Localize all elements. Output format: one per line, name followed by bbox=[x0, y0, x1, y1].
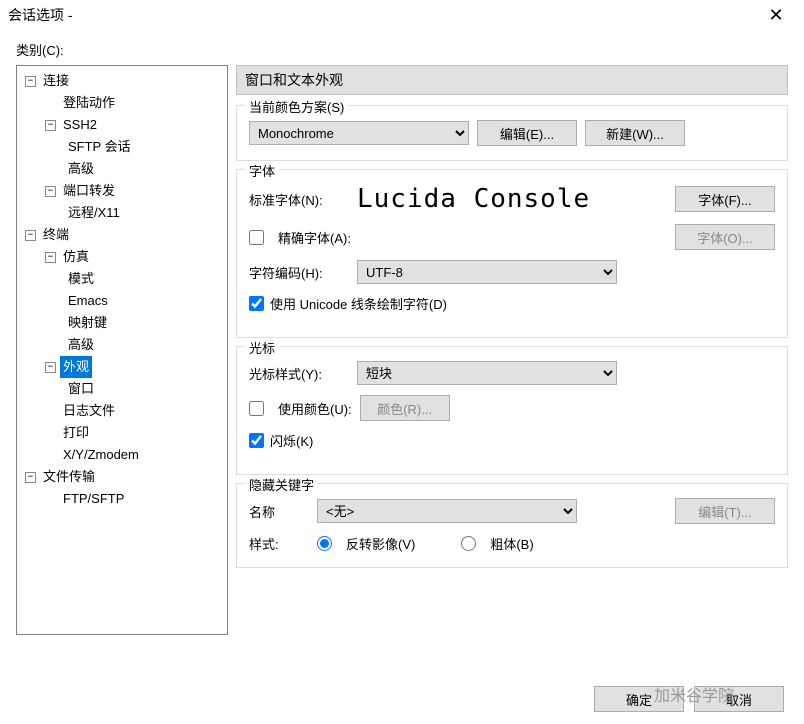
hidden-name-select[interactable]: <无> bbox=[317, 499, 577, 523]
font-o-button: 字体(O)... bbox=[675, 224, 775, 250]
color-scheme-group: 当前颜色方案(S) Monochrome 编辑(E)... 新建(W)... bbox=[236, 105, 788, 161]
font-button[interactable]: 字体(F)... bbox=[675, 186, 775, 212]
tree-advanced[interactable]: 高级 bbox=[65, 158, 97, 180]
tree-connection[interactable]: 连接 bbox=[40, 70, 72, 92]
toggle-icon[interactable]: − bbox=[45, 362, 56, 373]
tree-ssh2[interactable]: SSH2 bbox=[60, 114, 100, 136]
tree-port-forward[interactable]: 端口转发 bbox=[60, 180, 118, 202]
tree-advanced2[interactable]: 高级 bbox=[65, 334, 97, 356]
toggle-icon[interactable]: − bbox=[25, 230, 36, 241]
category-tree[interactable]: −连接 登陆动作 −SSH2 SFTP 会话 高级 −端口转发 远程/X11 −… bbox=[16, 65, 228, 635]
toggle-icon[interactable]: − bbox=[25, 472, 36, 483]
invert-radio[interactable] bbox=[317, 536, 332, 551]
tree-emacs[interactable]: Emacs bbox=[65, 290, 111, 312]
toggle-icon[interactable]: − bbox=[45, 186, 56, 197]
unicode-lines-checkbox[interactable] bbox=[249, 296, 264, 311]
bold-radio[interactable] bbox=[461, 536, 476, 551]
close-icon[interactable]: ✕ bbox=[756, 0, 796, 30]
group-title-cursor: 光标 bbox=[245, 338, 279, 357]
hidden-keyword-group: 隐藏关键字 名称 <无> 编辑(T)... 样式: 反转影像(V) 粗体(B) bbox=[236, 483, 788, 568]
toggle-icon[interactable]: − bbox=[45, 120, 56, 131]
tree-xyz[interactable]: X/Y/Zmodem bbox=[60, 444, 142, 466]
tree-window[interactable]: 窗口 bbox=[65, 378, 97, 400]
precise-font-checkbox[interactable] bbox=[249, 230, 264, 245]
toggle-icon[interactable]: − bbox=[45, 252, 56, 263]
tree-log[interactable]: 日志文件 bbox=[60, 400, 118, 422]
use-color-checkbox[interactable] bbox=[249, 401, 264, 416]
hidden-style-label: 样式: bbox=[249, 534, 309, 553]
standard-font-label: 标准字体(N): bbox=[249, 190, 349, 209]
category-label: 类别(C): bbox=[16, 40, 788, 59]
tree-login[interactable]: 登陆动作 bbox=[60, 92, 118, 114]
tree-terminal[interactable]: 终端 bbox=[40, 224, 72, 246]
font-preview: Lucida Console bbox=[357, 184, 667, 214]
group-title-font: 字体 bbox=[245, 161, 279, 180]
precise-font-label: 精确字体(A): bbox=[278, 228, 667, 247]
blink-checkbox[interactable] bbox=[249, 433, 264, 448]
color-button: 颜色(R)... bbox=[360, 395, 450, 421]
section-header: 窗口和文本外观 bbox=[236, 65, 788, 95]
font-group: 字体 标准字体(N): Lucida Console 字体(F)... 精确字体… bbox=[236, 169, 788, 338]
ok-button[interactable]: 确定 bbox=[594, 686, 684, 712]
tree-emulation[interactable]: 仿真 bbox=[60, 246, 92, 268]
toggle-icon[interactable]: − bbox=[25, 76, 36, 87]
cursor-group: 光标 光标样式(Y): 短块 使用颜色(U): 颜色(R)... 闪烁(K) bbox=[236, 346, 788, 475]
cursor-style-select[interactable]: 短块 bbox=[357, 361, 617, 385]
tree-ftp-sftp[interactable]: FTP/SFTP bbox=[60, 488, 127, 510]
blink-label: 闪烁(K) bbox=[270, 431, 313, 450]
tree-mode[interactable]: 模式 bbox=[65, 268, 97, 290]
hidden-name-label: 名称 bbox=[249, 502, 309, 521]
tree-file-transfer[interactable]: 文件传输 bbox=[40, 466, 98, 488]
tree-sftp[interactable]: SFTP 会话 bbox=[65, 136, 134, 158]
group-title-scheme: 当前颜色方案(S) bbox=[245, 97, 348, 116]
bold-label: 粗体(B) bbox=[490, 534, 533, 553]
cancel-button[interactable]: 取消 bbox=[694, 686, 784, 712]
hidden-edit-button: 编辑(T)... bbox=[675, 498, 775, 524]
tree-map-keys[interactable]: 映射键 bbox=[65, 312, 110, 334]
tree-remote-x11[interactable]: 远程/X11 bbox=[65, 202, 123, 224]
group-title-hidden: 隐藏关键字 bbox=[245, 475, 318, 494]
new-scheme-button[interactable]: 新建(W)... bbox=[585, 120, 685, 146]
unicode-lines-label: 使用 Unicode 线条绘制字符(D) bbox=[270, 294, 447, 313]
encoding-label: 字符编码(H): bbox=[249, 263, 349, 282]
encoding-select[interactable]: UTF-8 bbox=[357, 260, 617, 284]
cursor-style-label: 光标样式(Y): bbox=[249, 364, 349, 383]
tree-appearance[interactable]: 外观 bbox=[60, 356, 92, 378]
use-color-label: 使用颜色(U): bbox=[278, 399, 352, 418]
window-title: 会话选项 - bbox=[8, 5, 756, 25]
edit-scheme-button[interactable]: 编辑(E)... bbox=[477, 120, 577, 146]
color-scheme-select[interactable]: Monochrome bbox=[249, 121, 469, 145]
tree-print[interactable]: 打印 bbox=[60, 422, 92, 444]
invert-label: 反转影像(V) bbox=[346, 534, 415, 553]
